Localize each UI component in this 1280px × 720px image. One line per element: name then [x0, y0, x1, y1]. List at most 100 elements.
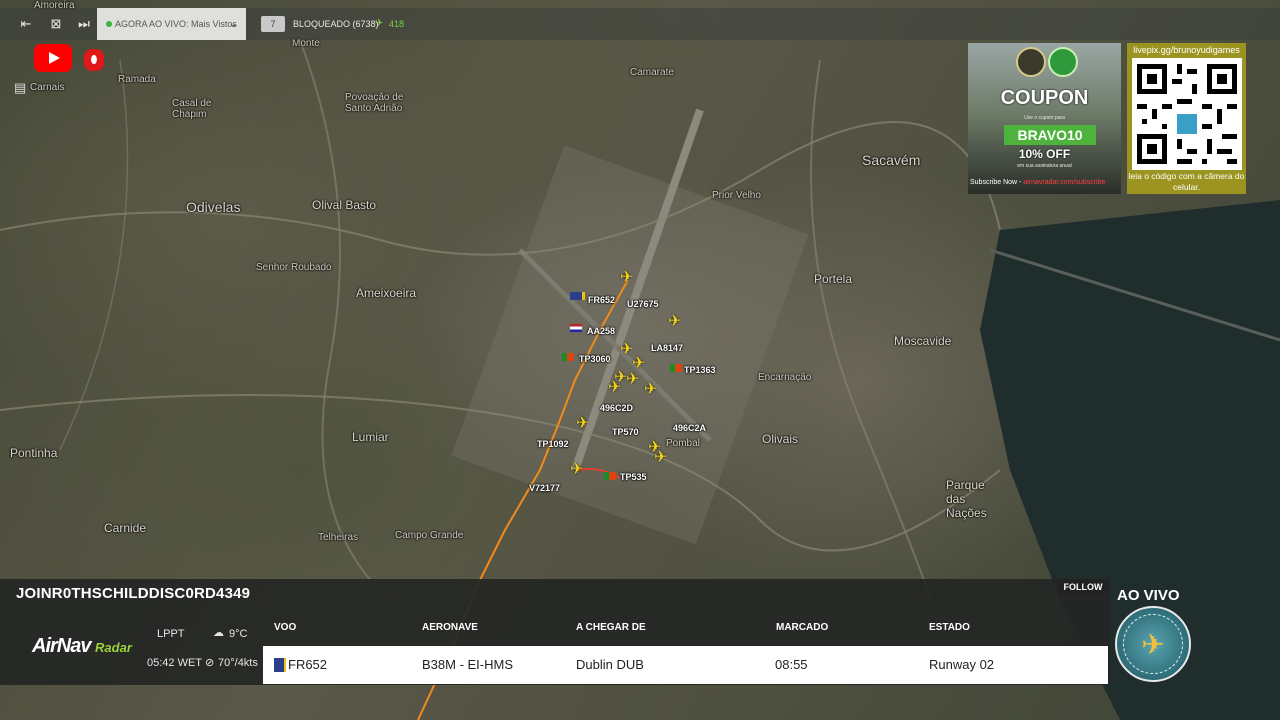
- flag-icon: [570, 292, 585, 300]
- place-label: Olival Basto: [312, 198, 377, 212]
- airline-logo-icon: [274, 658, 286, 672]
- coupon-link-url: airnavradar.com/subscribe: [1023, 179, 1106, 186]
- live-dot-icon: [106, 21, 112, 27]
- place-label: Portela: [814, 272, 853, 286]
- wind: 70°/4kts: [218, 657, 258, 669]
- flight-label[interactable]: 496C2D: [600, 403, 633, 413]
- flight-label[interactable]: TP570: [612, 427, 639, 437]
- road: [0, 121, 1001, 256]
- flight-label[interactable]: AA258: [587, 326, 615, 336]
- coupon-title: COUPON: [1000, 87, 1089, 109]
- plane-count-icon: ✈: [375, 18, 384, 29]
- place-label: Pombal: [666, 438, 700, 449]
- notification-icon[interactable]: ⬮: [84, 49, 104, 71]
- qr-ad[interactable]: livepix.gg/brunoyudigames leia o código …: [1127, 43, 1246, 194]
- exit-fullscreen-icon[interactable]: ⊠: [48, 16, 64, 32]
- plane-icon[interactable]: ✈: [608, 380, 621, 396]
- cloud-icon: ☁: [213, 627, 224, 639]
- coupon-link: Subscribe Now - airnavradar.com/subscrib…: [970, 179, 1121, 186]
- coupon-discount: 10% OFF: [1018, 147, 1071, 161]
- table-row[interactable]: FR652 B38M - EI-HMS Dublin DUB 08:55 Run…: [263, 646, 1108, 684]
- live-channel-select[interactable]: AGORA AO VIVO: Mais Vistos ⌄: [97, 8, 246, 40]
- youtube-icon[interactable]: [34, 44, 72, 72]
- plane-icon[interactable]: ✈: [570, 462, 583, 478]
- place-label: Ameixoeira: [356, 286, 417, 300]
- coupon-subtitle: Use o cupom para: [1024, 115, 1065, 121]
- place-label: Olivais: [762, 432, 799, 446]
- col-header-voo: VOO: [274, 622, 297, 633]
- cell-marcado: 08:55: [775, 657, 808, 672]
- col-header-marcado: MARCADO: [776, 622, 829, 633]
- place-label: Prior Velho: [712, 190, 761, 201]
- place-label: Carnide: [104, 521, 147, 535]
- plane-icon[interactable]: ✈: [644, 382, 657, 398]
- flight-label[interactable]: TP1363: [684, 365, 716, 375]
- place-label: Telheiras: [318, 532, 359, 543]
- plane-icon[interactable]: ✈: [668, 314, 681, 330]
- plane-icon[interactable]: ✈: [632, 356, 645, 372]
- place-label: Moscavide: [894, 334, 952, 348]
- coupon-terms: em sua assinatura anual: [1017, 163, 1072, 169]
- follow-button[interactable]: FOLLOW: [1058, 579, 1108, 595]
- flight-label[interactable]: TP3060: [579, 354, 611, 364]
- flag-icon: [562, 353, 574, 361]
- flight-label[interactable]: FR652: [588, 295, 615, 305]
- coupon-link-prefix: Subscribe Now -: [970, 179, 1024, 186]
- col-header-estado: ESTADO: [929, 622, 970, 633]
- plane-icon[interactable]: ✈: [620, 270, 633, 286]
- plane-icon[interactable]: ✈: [626, 372, 639, 388]
- chevron-down-icon: ⌄: [228, 18, 238, 30]
- road: [299, 39, 391, 601]
- top-toolbar: ⇤ ⊠ ⏭ AGORA AO VIVO: Mais Vistos ⌄ 7 BLO…: [0, 8, 1280, 40]
- sidebar-toggle-icon[interactable]: ⇤: [18, 16, 34, 32]
- flight-label[interactable]: U27675: [627, 299, 659, 309]
- channel-badge: ✈: [1115, 606, 1191, 682]
- brand-name: AirNav: [32, 635, 91, 657]
- place-label: Povoação de Santo Adrião: [345, 92, 404, 114]
- flag-icon: [570, 324, 582, 332]
- cell-aeronave: B38M - EI-HMS: [422, 657, 514, 672]
- road: [59, 59, 129, 451]
- flight-label[interactable]: 496C2A: [673, 423, 706, 433]
- wind-icon: ⊘: [205, 657, 215, 669]
- flight-info-panel: JOINR0THSCHILDDISC0RD4349 FOLLOW AirNav …: [0, 579, 1110, 685]
- radar-logo-icon: [1048, 47, 1078, 77]
- list-icon[interactable]: ▤: [14, 80, 26, 96]
- flight-label[interactable]: TP535: [620, 472, 647, 482]
- place-label: Camarate: [630, 67, 674, 78]
- qr-url: livepix.gg/brunoyudigames: [1133, 45, 1240, 55]
- local-time: 05:42 WET: [147, 657, 203, 669]
- badge-plane-icon: ✈: [1141, 629, 1165, 660]
- place-label: Carnais: [30, 82, 65, 93]
- temperature: 9°C: [229, 628, 248, 640]
- flag-icon: [670, 364, 682, 372]
- place-label: Campo Grande: [395, 530, 464, 541]
- blocked-label: BLOQUEADO (6738): [293, 19, 379, 29]
- airnav-logo: AirNav Radar: [32, 635, 132, 658]
- place-label: Casal de Chapim: [172, 98, 212, 120]
- live-select-label: AGORA AO VIVO: Mais Vistos: [115, 19, 237, 29]
- plane-icon[interactable]: ✈: [654, 450, 667, 466]
- qr-code-icon: [1132, 58, 1242, 170]
- col-header-aeronave: AERONAVE: [422, 622, 478, 633]
- blocked-count-badge: 7: [261, 16, 285, 32]
- place-label: Lumiar: [352, 430, 389, 444]
- cell-voo: FR652: [288, 657, 328, 672]
- coupon-code: BRAVO10: [1004, 125, 1096, 145]
- flight-label[interactable]: TP1092: [537, 439, 569, 449]
- plane-icon[interactable]: ✈: [576, 416, 589, 432]
- place-label: Parque das Nações: [946, 478, 987, 520]
- place-label: Encarnação: [758, 372, 812, 383]
- stream-title: JOINR0THSCHILDDISC0RD4349: [16, 585, 251, 602]
- cell-origin: Dublin DUB: [576, 657, 644, 672]
- flight-label[interactable]: LA8147: [651, 343, 683, 353]
- live-label: AO VIVO: [1117, 587, 1180, 604]
- next-icon[interactable]: ⏭: [76, 16, 92, 32]
- coupon-ad[interactable]: COUPON Use o cupom para BRAVO10 10% OFF …: [968, 43, 1121, 194]
- brand-logo-icon: [1016, 47, 1046, 77]
- qr-caption: leia o código com a câmera do celular.: [1128, 171, 1245, 192]
- airport-code: LPPT: [157, 628, 185, 640]
- flag-icon: [604, 472, 616, 480]
- flight-label[interactable]: V72177: [529, 483, 560, 493]
- place-label: Odivelas: [186, 199, 241, 215]
